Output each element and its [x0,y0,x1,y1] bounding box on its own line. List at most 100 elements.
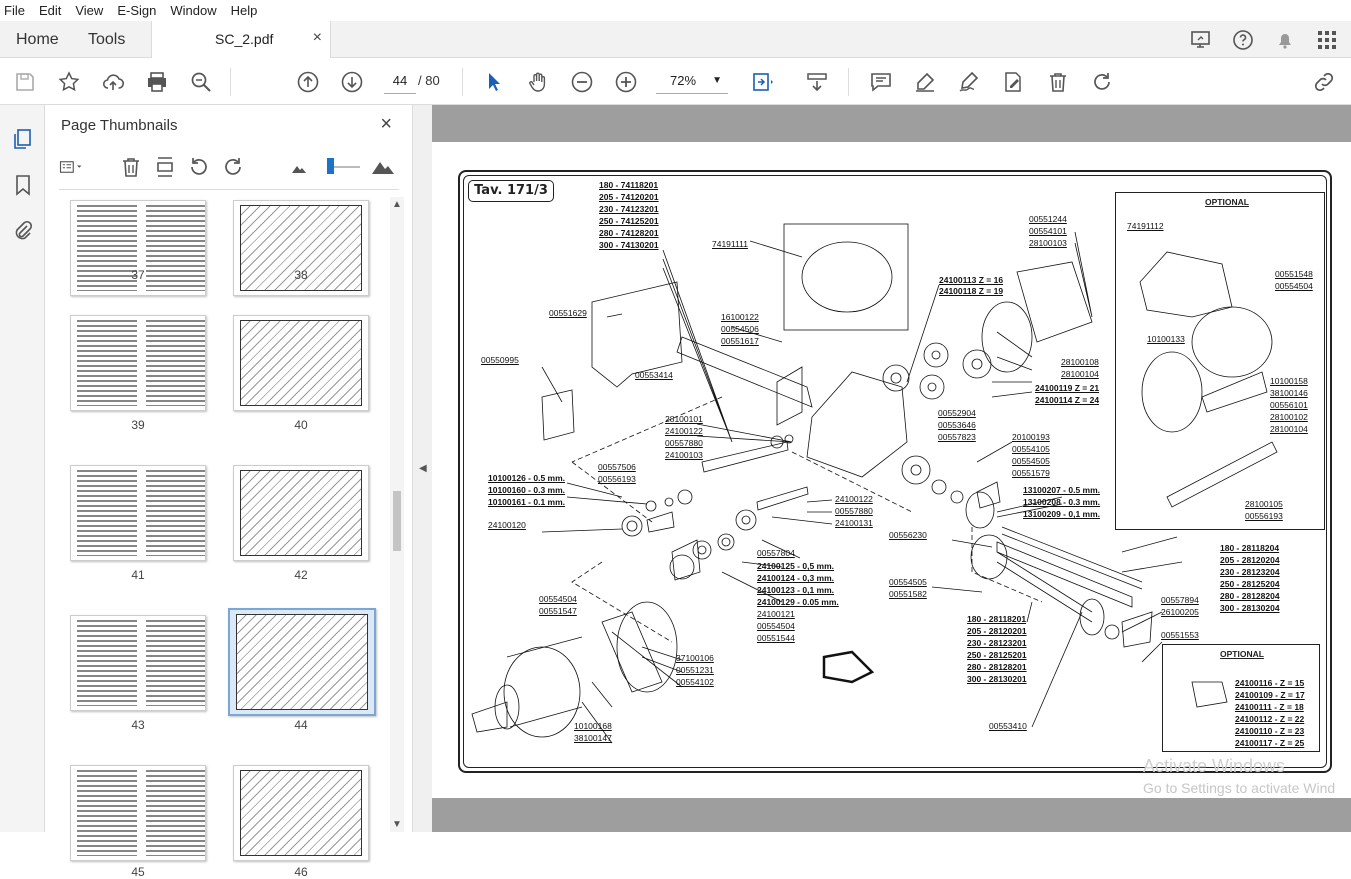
rotate-icon[interactable] [1090,70,1114,94]
help-icon[interactable] [1231,28,1255,52]
part-number-label: 00551547 [539,606,577,616]
part-number-label: 28100108 [1061,357,1099,367]
part-number-label: 180 - 74118201 [599,180,659,190]
part-number-label: 00551629 [549,308,587,318]
part-number-label: 00556101 [1270,400,1308,410]
part-number-label: 24100103 [665,450,703,460]
part-number-label: 00550995 [481,355,519,365]
tab-close-icon[interactable]: × [313,29,322,47]
menu-view[interactable]: View [75,3,103,18]
panel-close-icon[interactable]: × [380,113,392,136]
collapse-panel-handle[interactable]: ◀ [412,105,432,832]
page-thumbnail[interactable] [70,465,206,561]
page-thumbnail[interactable] [70,615,206,711]
document-view[interactable]: Tav. 171/3 OPTIONAL OPTIONAL 180 - 74118… [432,105,1351,832]
rotate-right-icon[interactable] [221,155,245,179]
part-number-label: 38100147 [574,733,612,743]
notifications-bell-icon[interactable] [1273,28,1297,52]
part-number-label: 24100129 - 0.05 mm. [757,597,839,607]
apps-grid-icon[interactable] [1315,28,1339,52]
part-number-label: 24100122 [665,426,703,436]
thumbnail-size-slider-knob[interactable] [327,158,334,174]
part-number-label: 00551548 [1275,269,1313,279]
part-number-label: 280 - 28128204 [1220,591,1280,601]
menu-bar: File Edit View E-Sign Window Help [0,0,1351,21]
zoom-out-icon[interactable] [570,70,594,94]
share-screen-icon[interactable] [1189,28,1213,52]
page-thumbnail[interactable] [233,465,369,561]
page-thumbnail-label: 42 [294,568,308,582]
menu-esign[interactable]: E-Sign [117,3,156,18]
attachments-paperclip-icon[interactable] [11,219,35,243]
tab-tools[interactable]: Tools [88,21,125,58]
part-number-label: 00556193 [1245,511,1283,521]
thumbnail-options-icon[interactable] [59,155,83,179]
comment-icon[interactable] [869,70,893,94]
part-number-label: 24100120 [488,520,526,530]
part-number-label: 24100110 - Z = 23 [1235,726,1305,736]
zoom-in-icon[interactable] [614,70,638,94]
share-link-icon[interactable] [1312,70,1336,94]
scroll-up-icon[interactable]: ▲ [392,199,402,210]
upload-cloud-icon[interactable] [101,70,125,94]
part-number-label: 00557804 [757,548,795,558]
zoom-search-icon[interactable] [189,70,213,94]
part-number-label: 00553410 [989,721,1027,731]
part-number-label: 24100124 - 0,3 mm. [757,573,835,583]
page-thumbnail[interactable] [233,765,369,861]
part-number-label: 00557506 [598,462,636,472]
part-number-label: 24100116 - Z = 15 [1235,678,1305,688]
extract-pages-icon[interactable] [153,155,177,179]
part-number-label: 300 - 74130201 [599,240,659,250]
fit-page-icon[interactable] [750,70,774,94]
hand-pan-icon[interactable] [526,70,550,94]
page-thumbnail[interactable] [70,315,206,411]
part-number-label: 205 - 74120201 [599,192,659,202]
part-number-label: 13100207 - 0.5 mm. [1023,485,1101,495]
page-thumbnail[interactable] [70,765,206,861]
save-icon[interactable] [13,70,37,94]
thumbnail-large-icon[interactable] [371,155,395,179]
menu-window[interactable]: Window [170,3,216,18]
menu-file[interactable]: File [4,3,25,18]
part-number-label: 205 - 28120204 [1220,555,1280,565]
rotate-left-icon[interactable] [187,155,211,179]
highlight-pen-icon[interactable] [913,70,937,94]
zoom-level-select[interactable]: 72% ▼ [656,68,728,94]
optional-title-top: OPTIONAL [1205,197,1249,207]
print-icon[interactable] [145,70,169,94]
part-number-label: 00551579 [1012,468,1050,478]
bookmarks-icon[interactable] [11,173,35,197]
part-number-label: 38100146 [1270,388,1308,398]
page-thumbnail[interactable] [233,315,369,411]
previous-page-icon[interactable] [296,70,320,94]
part-number-label: 24100122 [835,494,873,504]
part-number-label: 230 - 28123201 [967,638,1027,648]
scroll-mode-icon[interactable] [805,70,829,94]
part-number-label: 24100111 - Z = 18 [1235,702,1304,712]
page-number-input[interactable]: 44 [384,68,416,94]
thumbnail-small-icon[interactable] [287,155,311,179]
page-thumbnail-label: 38 [294,268,308,282]
edit-pdf-icon[interactable] [1001,70,1025,94]
menu-edit[interactable]: Edit [39,3,61,18]
part-number-label: 00551582 [889,589,927,599]
bookmark-star-icon[interactable] [57,70,81,94]
tab-document[interactable]: SC_2.pdf × [151,21,331,59]
part-number-label: 37100106 [676,653,714,663]
scroll-down-icon[interactable]: ▼ [392,819,402,830]
page-thumbnail[interactable] [228,608,376,716]
tab-home[interactable]: Home [16,21,59,58]
next-page-icon[interactable] [340,70,364,94]
delete-trash-icon[interactable] [1046,70,1070,94]
select-cursor-icon[interactable] [482,70,506,94]
page-thumbnails-icon[interactable] [11,127,35,151]
delete-pages-icon[interactable] [119,155,143,179]
part-number-label: 300 - 28130201 [967,674,1027,684]
part-number-label: 24100121 [757,609,795,619]
menu-help[interactable]: Help [231,3,258,18]
thumbnail-scrollbar-thumb[interactable] [393,491,401,551]
part-number-label: 280 - 74128201 [599,228,659,238]
part-number-label: 250 - 28125201 [967,650,1027,660]
sign-icon[interactable] [957,70,981,94]
